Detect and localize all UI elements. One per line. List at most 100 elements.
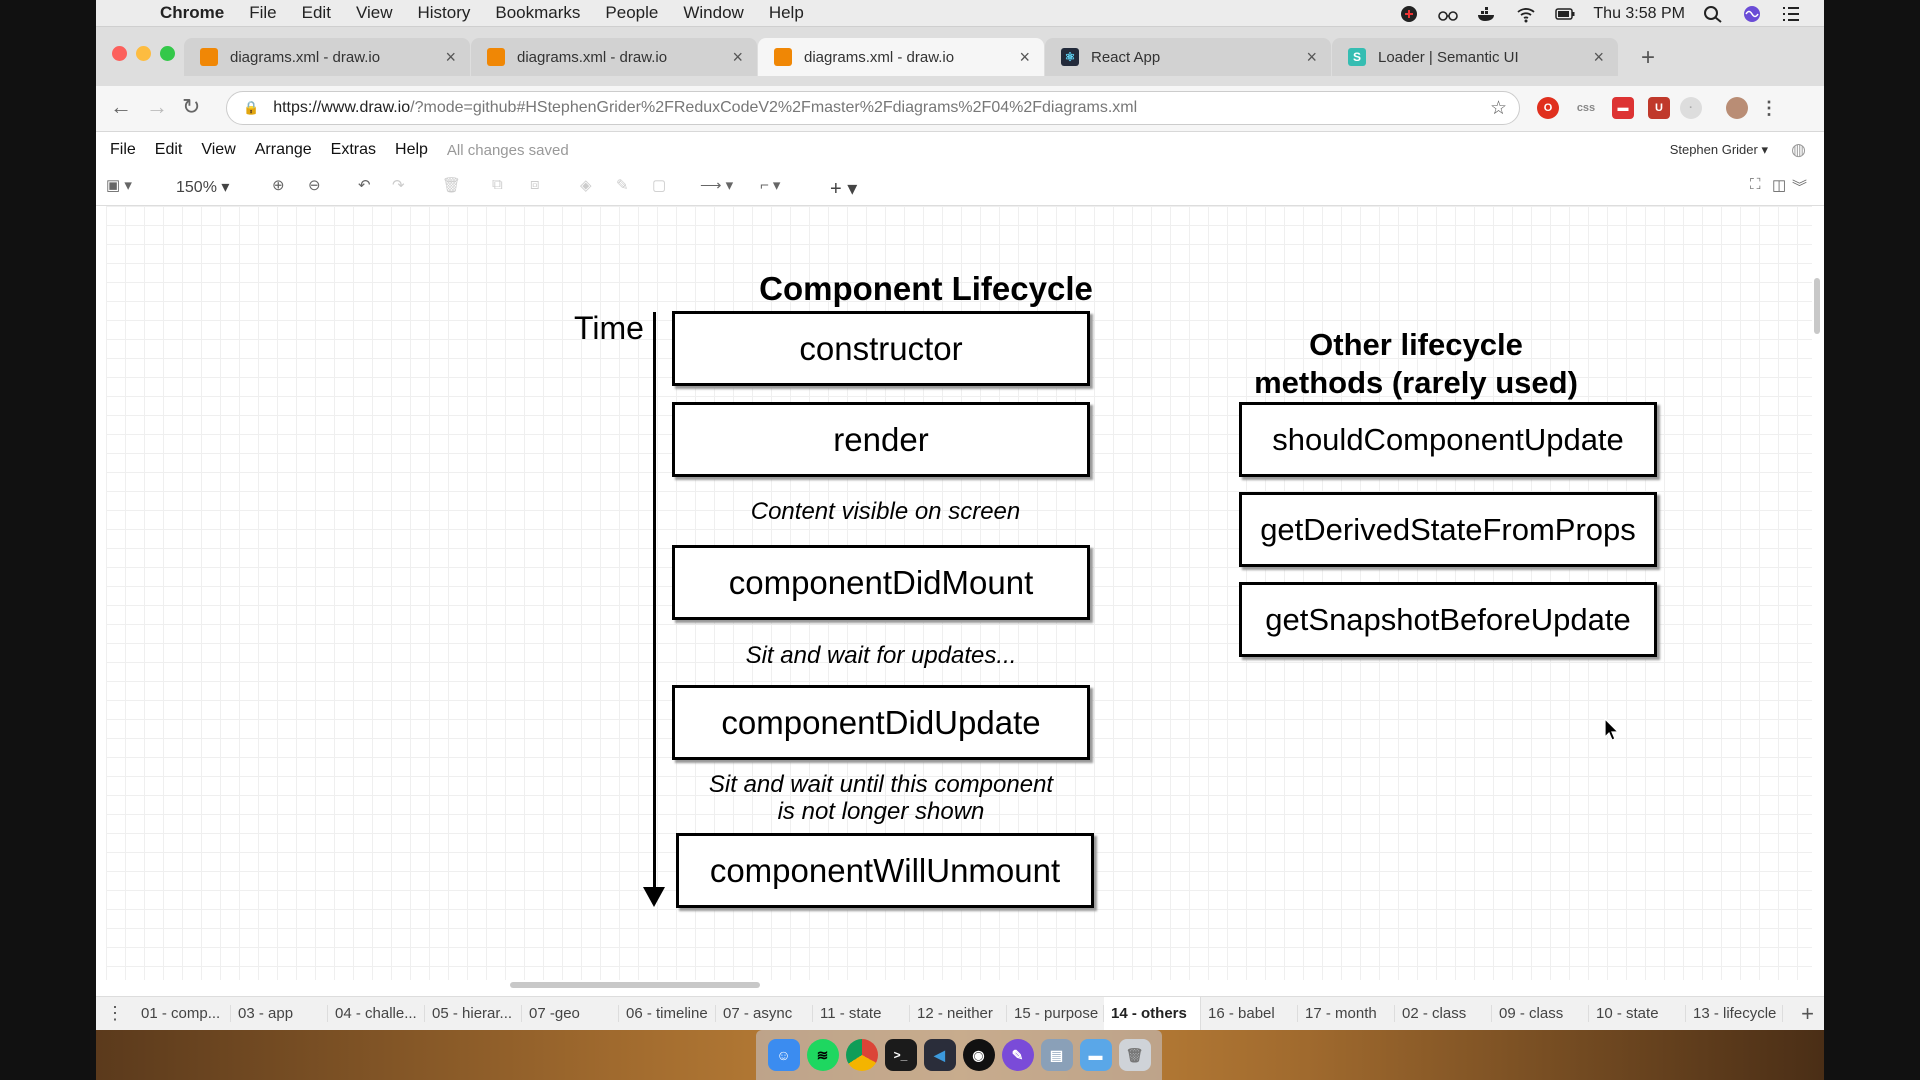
spotlight-search-icon[interactable]: [1702, 5, 1724, 23]
close-window-button[interactable]: [112, 46, 127, 61]
page-tab[interactable]: 16 - babel: [1201, 1005, 1298, 1022]
bookmark-star-icon[interactable]: ☆: [1490, 97, 1507, 120]
page-tab[interactable]: 04 - challe...: [328, 1005, 425, 1022]
reload-icon[interactable]: ↻: [182, 94, 200, 120]
to-back-icon[interactable]: ⧈: [530, 176, 540, 193]
docker-icon[interactable]: [1476, 5, 1498, 23]
note-wait-until-hidden-line2[interactable]: is not longer shown: [656, 798, 1106, 825]
menu-people[interactable]: People: [605, 3, 658, 23]
wifi-icon[interactable]: [1515, 5, 1537, 23]
drawio-menu-edit[interactable]: Edit: [155, 141, 183, 159]
other-box-getDerivedStateFromProps[interactable]: getDerivedStateFromProps: [1239, 492, 1657, 567]
trash-icon[interactable]: 🗑: [1118, 1039, 1151, 1071]
zoom-select[interactable]: 150% ▾: [176, 177, 229, 197]
fullscreen-icon[interactable]: ⛶: [1750, 176, 1761, 193]
insert-plus-icon[interactable]: + ▾: [830, 176, 857, 201]
fill-color-icon[interactable]: ◈: [580, 176, 592, 194]
menu-edit[interactable]: Edit: [302, 3, 331, 23]
drawio-menu-arrange[interactable]: Arrange: [255, 141, 312, 159]
split-panel-icon[interactable]: ◫: [1772, 176, 1786, 194]
extension-ublock-icon[interactable]: U: [1648, 97, 1670, 119]
drawio-menu-file[interactable]: File: [110, 141, 136, 159]
profile-avatar[interactable]: [1726, 97, 1748, 119]
close-tab-icon[interactable]: ×: [445, 47, 456, 68]
extension-opera-icon[interactable]: O: [1537, 97, 1559, 119]
waypoints-icon[interactable]: ⌐ ▾: [760, 176, 780, 194]
undo-icon[interactable]: ↶: [358, 176, 371, 194]
note-wait-until-hidden-line1[interactable]: Sit and wait until this component: [656, 771, 1106, 798]
page-tab[interactable]: 12 - neither: [910, 1005, 1007, 1022]
page-tab[interactable]: 02 - class: [1395, 1005, 1492, 1022]
format-panel-toggle-icon[interactable]: ▣ ▾: [106, 176, 132, 194]
close-tab-icon[interactable]: ×: [1306, 47, 1317, 68]
notification-center-icon[interactable]: [1780, 5, 1802, 23]
vscode-icon[interactable]: ◀: [923, 1039, 956, 1071]
drawio-menu-help[interactable]: Help: [395, 141, 428, 159]
close-tab-icon[interactable]: ×: [732, 47, 743, 68]
menu-app-name[interactable]: Chrome: [160, 3, 224, 23]
extension-red-icon[interactable]: ▬: [1612, 97, 1634, 119]
url-field[interactable]: 🔒 https://www.draw.io/?mode=github#HStep…: [226, 91, 1520, 125]
page-tab[interactable]: 09 - class: [1492, 1005, 1589, 1022]
delete-icon[interactable]: 🗑: [442, 176, 461, 194]
to-front-icon[interactable]: ⧉: [492, 176, 503, 193]
chrome-menu-icon[interactable]: ⋮: [1758, 97, 1780, 119]
horizontal-scrollbar[interactable]: [510, 982, 760, 988]
page-tab[interactable]: 01 - comp...: [134, 1005, 231, 1022]
browser-tab-active[interactable]: diagrams.xml - draw.io ×: [758, 38, 1044, 76]
note-content-visible[interactable]: Content visible on screen: [672, 498, 1099, 525]
zoom-out-icon[interactable]: ⊖: [308, 176, 321, 194]
page-tab[interactable]: 03 - app: [231, 1005, 328, 1022]
siri-icon[interactable]: [1741, 5, 1763, 23]
battery-icon[interactable]: [1554, 5, 1576, 23]
new-tab-icon[interactable]: +: [1641, 44, 1655, 72]
connection-style-icon[interactable]: ⟶ ▾: [700, 176, 733, 194]
preview-icon[interactable]: ▤: [1040, 1039, 1073, 1071]
page-tab[interactable]: 11 - state: [813, 1005, 910, 1022]
lifecycle-box-componentDidMount[interactable]: componentDidMount: [672, 545, 1090, 620]
page-tab-active[interactable]: 14 - others: [1104, 996, 1201, 1031]
spotify-icon[interactable]: ≋: [806, 1039, 839, 1071]
drawio-menu-extras[interactable]: Extras: [331, 141, 376, 159]
extension-grey-icon[interactable]: ·: [1680, 97, 1702, 119]
page-tab[interactable]: 17 - month: [1298, 1005, 1395, 1022]
lifecycle-box-componentDidUpdate[interactable]: componentDidUpdate: [672, 685, 1090, 760]
redo-icon[interactable]: ↷: [392, 176, 405, 194]
page-tab[interactable]: 05 - hierar...: [425, 1005, 522, 1022]
note-wait-for-updates[interactable]: Sit and wait for updates...: [672, 642, 1090, 669]
drawio-menu-view[interactable]: View: [201, 141, 235, 159]
downloads-folder-icon[interactable]: ▬: [1079, 1039, 1112, 1071]
menubar-clock[interactable]: Thu 3:58 PM: [1593, 5, 1685, 23]
close-tab-icon[interactable]: ×: [1593, 47, 1604, 68]
menu-file[interactable]: File: [249, 3, 276, 23]
page-tab[interactable]: 13 - lifecycle: [1686, 1005, 1783, 1022]
lifecycle-box-constructor[interactable]: constructor: [672, 311, 1090, 386]
browser-tab[interactable]: ⚛ React App ×: [1045, 38, 1331, 76]
menu-help[interactable]: Help: [769, 3, 804, 23]
lifecycle-box-componentWillUnmount[interactable]: componentWillUnmount: [676, 833, 1094, 908]
page-tab[interactable]: 15 - purpose: [1007, 1005, 1104, 1022]
finder-icon[interactable]: ☺: [767, 1039, 800, 1071]
forward-arrow-icon[interactable]: →: [146, 94, 168, 120]
browser-tab[interactable]: diagrams.xml - draw.io ×: [184, 38, 470, 76]
lifecycle-box-render[interactable]: render: [672, 402, 1090, 477]
back-arrow-icon[interactable]: ←: [110, 94, 132, 120]
menu-history[interactable]: History: [417, 3, 470, 23]
menu-bookmarks[interactable]: Bookmarks: [495, 3, 580, 23]
vertical-scrollbar[interactable]: [1814, 278, 1820, 334]
shadow-icon[interactable]: ▢: [652, 176, 666, 194]
maximize-window-button[interactable]: [160, 46, 175, 61]
page-tab[interactable]: 07 - async: [716, 1005, 813, 1022]
page-tab[interactable]: 06 - timeline: [619, 1005, 716, 1022]
language-globe-icon[interactable]: ◍: [1791, 140, 1806, 160]
feather-app-icon[interactable]: ✎: [1001, 1039, 1034, 1071]
close-tab-icon[interactable]: ×: [1019, 47, 1030, 68]
user-menu[interactable]: Stephen Grider ▾: [1670, 142, 1768, 158]
glasses-icon[interactable]: [1437, 5, 1459, 23]
page-tab[interactable]: 07 -geo: [522, 1005, 619, 1022]
page-tab[interactable]: 10 - state: [1589, 1005, 1686, 1022]
pages-menu-icon[interactable]: ⋮: [96, 1003, 134, 1024]
zoom-in-icon[interactable]: ⊕: [272, 176, 285, 194]
app-status-icon[interactable]: [1398, 5, 1420, 23]
menu-window[interactable]: Window: [683, 3, 743, 23]
